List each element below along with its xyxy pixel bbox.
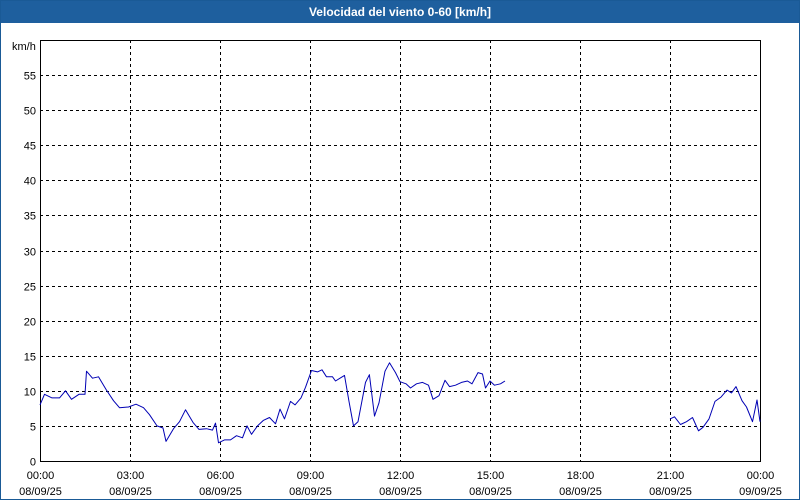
y-tick-label: 45 bbox=[24, 141, 36, 153]
y-tick-label: 5 bbox=[30, 422, 36, 434]
x-tick-date: 08/09/25 bbox=[19, 486, 62, 498]
wind-speed-chart: 0 5 10 15 20 25 30 35 40 45 50 55 00:00 08/09/25 03:0… bbox=[12, 40, 782, 498]
y-tick-label: 15 bbox=[24, 352, 36, 364]
x-tick-time: 00:00 bbox=[27, 470, 55, 482]
x-tick-time: 21:00 bbox=[657, 470, 685, 482]
x-tick-date: 09/09/25 bbox=[739, 486, 782, 498]
x-tick-time: 06:00 bbox=[207, 470, 235, 482]
y-tick-label: 25 bbox=[24, 282, 36, 294]
x-tick-date: 08/09/25 bbox=[109, 486, 152, 498]
series-line bbox=[669, 386, 761, 432]
x-tick-date: 08/09/25 bbox=[379, 486, 422, 498]
x-tick-time: 15:00 bbox=[477, 470, 505, 482]
x-tick-time: 09:00 bbox=[297, 470, 325, 482]
x-axis-ticks: 00:00 08/09/25 03:00 08/09/25 06:00 08/09/25 0… bbox=[19, 470, 782, 498]
x-tick-date: 08/09/25 bbox=[289, 486, 332, 498]
y-axis-ticks: 0 5 10 15 20 25 30 35 40 45 50 55 bbox=[24, 71, 36, 469]
x-tick-date: 08/09/25 bbox=[649, 486, 692, 498]
y-tick-label: 20 bbox=[24, 317, 36, 329]
y-tick-label: 0 bbox=[30, 457, 36, 469]
y-tick-label: 35 bbox=[24, 211, 36, 223]
x-tick-time: 12:00 bbox=[387, 470, 415, 482]
x-tick-time: 00:00 bbox=[747, 470, 775, 482]
x-tick-time: 18:00 bbox=[567, 470, 595, 482]
x-tick-date: 08/09/25 bbox=[559, 486, 602, 498]
y-tick-label: 10 bbox=[24, 387, 36, 399]
x-tick-date: 08/09/25 bbox=[199, 486, 242, 498]
y-axis-label: km/h bbox=[12, 41, 36, 53]
y-tick-label: 30 bbox=[24, 247, 36, 259]
y-tick-label: 55 bbox=[24, 71, 36, 83]
x-tick-date: 08/09/25 bbox=[469, 486, 512, 498]
series-line bbox=[39, 362, 506, 444]
y-tick-label: 40 bbox=[24, 176, 36, 188]
y-tick-label: 50 bbox=[24, 106, 36, 118]
grid bbox=[40, 40, 760, 461]
x-tick-time: 03:00 bbox=[117, 470, 145, 482]
